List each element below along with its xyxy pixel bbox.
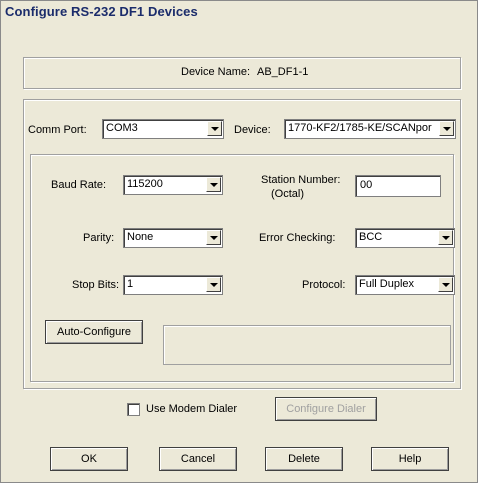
protocol-label: Protocol: — [302, 279, 346, 291]
baud-rate-label: Baud Rate: — [51, 179, 107, 191]
stop-bits-value: 1 — [127, 278, 134, 290]
parity-label: Parity: — [83, 232, 115, 244]
use-modem-dialer-checkbox[interactable] — [127, 403, 140, 416]
baud-rate-dropdown-icon[interactable] — [206, 177, 221, 192]
device-type-select[interactable]: 1770-KF2/1785-KE/SCANpor — [284, 119, 456, 139]
error-checking-label: Error Checking: — [259, 232, 336, 244]
comm-port-select[interactable]: COM3 — [102, 119, 224, 139]
comm-port-value: COM3 — [106, 122, 138, 134]
protocol-dropdown-icon[interactable] — [438, 277, 453, 292]
configure-dialer-button[interactable]: Configure Dialer — [275, 397, 377, 421]
error-checking-select[interactable]: BCC — [355, 228, 455, 248]
device-name-label: Device Name: — [181, 66, 251, 78]
settings-panel: Comm Port: COM3 Device: 1770-KF2/1785-KE… — [23, 99, 461, 389]
title-bar: Configure RS-232 DF1 Devices — [1, 1, 477, 23]
parity-select[interactable]: None — [123, 228, 223, 248]
device-name-panel: Device Name: AB_DF1-1 — [23, 57, 461, 89]
stop-bits-label: Stop Bits: — [72, 279, 120, 291]
delete-button[interactable]: Delete — [265, 447, 343, 471]
parity-value: None — [127, 231, 154, 243]
ok-button[interactable]: OK — [50, 447, 128, 471]
auto-configure-button[interactable]: Auto-Configure — [45, 320, 143, 344]
comm-port-dropdown-icon[interactable] — [207, 121, 222, 136]
device-name-value: AB_DF1-1 — [257, 66, 309, 78]
baud-rate-value: 115200 — [127, 178, 163, 190]
use-modem-dialer-label[interactable]: Use Modem Dialer — [146, 403, 237, 415]
stop-bits-select[interactable]: 1 — [123, 275, 223, 295]
station-number-input[interactable]: 00 — [355, 175, 441, 197]
device-type-label: Device: — [234, 124, 271, 136]
comm-port-label: Comm Port: — [28, 124, 87, 136]
station-number-label: Station Number: — [261, 174, 341, 186]
protocol-select[interactable]: Full Duplex — [355, 275, 455, 295]
stop-bits-dropdown-icon[interactable] — [206, 277, 221, 292]
auto-configure-status — [163, 325, 451, 365]
cancel-button[interactable]: Cancel — [159, 447, 237, 471]
help-button[interactable]: Help — [371, 447, 449, 471]
window-title: Configure RS-232 DF1 Devices — [5, 4, 198, 19]
configure-dialog: Configure RS-232 DF1 Devices Device Name… — [0, 0, 478, 483]
serial-settings-panel: Baud Rate: 115200 Station Number: (Octal… — [30, 154, 455, 382]
protocol-value: Full Duplex — [359, 278, 415, 290]
error-checking-value: BCC — [359, 231, 383, 243]
device-type-dropdown-icon[interactable] — [439, 121, 454, 136]
station-number-value: 00 — [360, 179, 373, 191]
parity-dropdown-icon[interactable] — [206, 230, 221, 245]
baud-rate-select[interactable]: 115200 — [123, 175, 223, 195]
device-type-value: 1770-KF2/1785-KE/SCANpor — [288, 122, 432, 134]
error-checking-dropdown-icon[interactable] — [438, 230, 453, 245]
station-number-sublabel: (Octal) — [271, 188, 304, 200]
